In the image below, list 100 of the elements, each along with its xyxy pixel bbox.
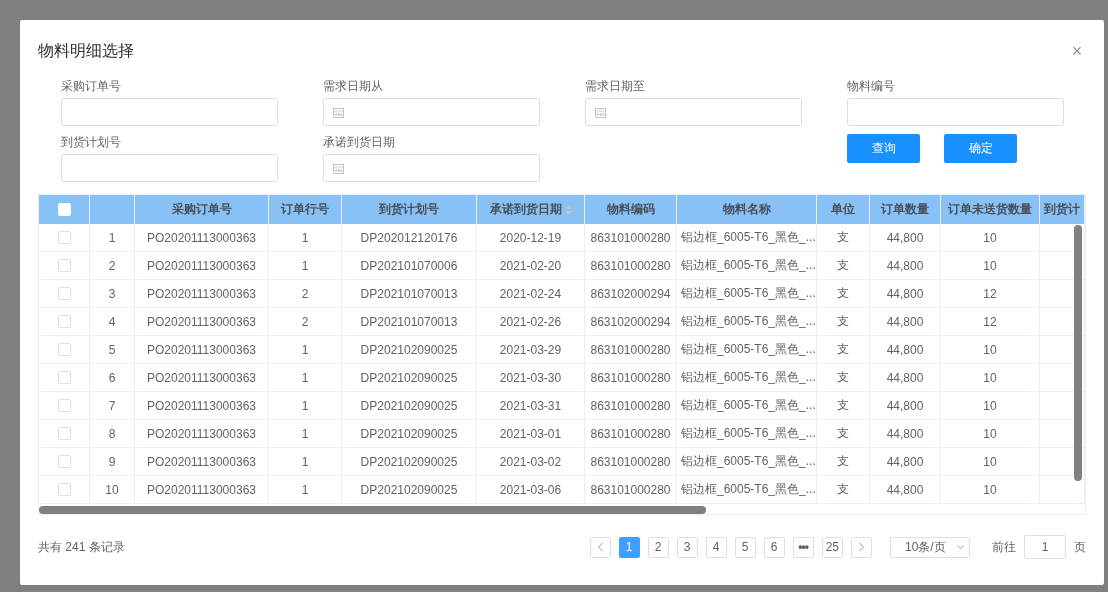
page-button[interactable]: 3 [676,536,698,558]
page-button[interactable]: 4 [705,536,727,558]
table-cell: 铝边框_6005-T6_黑色_... [681,369,816,386]
row-number: 9 [108,454,116,469]
chevron-left-icon [596,542,604,552]
table-cell: 铝边框_6005-T6_黑色_... [681,453,816,470]
row-checkbox[interactable] [57,343,71,356]
page-size-select[interactable]: 10条/页 [890,536,970,558]
row-checkbox[interactable] [57,483,71,496]
table-cell: 10 [983,342,997,357]
table-cell: PO20201113000363 [147,286,256,301]
table-cell: 铝边框_6005-T6_黑色_... [681,481,816,498]
row-checkbox[interactable] [57,315,71,328]
page-button[interactable]: 5 [734,536,756,558]
date-field[interactable] [585,98,802,126]
table-cell: 10 [983,230,997,245]
confirm-button[interactable]: 确定 [944,134,1017,163]
page-button[interactable]: 2 [647,536,669,558]
table-cell: PO20201113000363 [147,314,256,329]
prev-page-button[interactable] [589,536,611,558]
more-pages-button[interactable]: ••• [792,536,814,558]
table-cell: 2021-03-29 [499,342,562,357]
input-field[interactable] [61,154,278,182]
row-checkbox[interactable] [57,231,71,244]
table-cell: 10 [983,398,997,413]
date-field[interactable] [323,154,540,182]
row-number: 7 [108,398,116,413]
table-cell: 863101000280 [590,230,671,245]
next-page-button[interactable] [851,536,872,558]
table-cell: 1 [301,454,309,469]
row-number: 5 [108,342,116,357]
select-all-checkbox[interactable] [57,203,71,216]
table-cell: 44,800 [886,342,924,357]
table-cell: 支 [837,285,849,302]
field-label: 需求日期从 [323,78,384,94]
table-cell: 2021-03-02 [499,454,562,469]
row-checkbox[interactable] [57,371,71,384]
table-cell: 2 [301,286,309,301]
table-cell: DP202102090025 [360,426,458,441]
table-cell: DP202102090025 [360,398,458,413]
table-cell: 1 [301,230,309,245]
table-cell: 铝边框_6005-T6_黑色_... [681,285,816,302]
table-cell: 10 [983,454,997,469]
table-cell: 863101000280 [590,258,671,273]
table-cell: 1 [301,258,309,273]
table-cell: 863101000280 [590,454,671,469]
row-checkbox[interactable] [57,259,71,272]
row-checkbox[interactable] [57,399,71,412]
table-cell: 铝边框_6005-T6_黑色_... [681,397,816,414]
column-header: 单位 [817,195,870,224]
table-cell: 44,800 [886,258,924,273]
table-cell: 863101000280 [590,482,671,497]
table-cell: 铝边框_6005-T6_黑色_... [681,257,816,274]
column-header: 物料编码 [585,195,677,224]
input-field[interactable] [847,98,1064,126]
table-cell: 10 [983,426,997,441]
close-button[interactable]: × [1070,42,1084,60]
table-cell: 铝边框_6005-T6_黑色_... [681,341,816,358]
column-header: 承诺到货日期 [477,195,585,224]
table-cell: PO20201113000363 [147,342,256,357]
row-checkbox[interactable] [57,287,71,300]
page-button[interactable]: 25 [821,536,843,558]
table-cell: 支 [837,397,849,414]
table-cell: 支 [837,229,849,246]
table-cell: 支 [837,453,849,470]
table-cell: 10 [983,370,997,385]
field-label: 物料编号 [847,78,896,94]
page-button[interactable]: 6 [763,536,785,558]
page-suffix: 页 [1074,538,1086,556]
calendar-icon [333,162,344,174]
table-cell: 12 [983,286,997,301]
table-cell: 支 [837,369,849,386]
table-cell: 支 [837,481,849,498]
table-cell: 44,800 [886,370,924,385]
chevron-right-icon [858,542,865,552]
table-cell: 2021-02-24 [499,286,562,301]
table-cell: DP202102090025 [360,482,458,497]
page-input[interactable]: 1 [1024,535,1066,559]
table-cell: PO20201113000363 [147,426,256,441]
table-cell: DP202101070006 [360,258,458,273]
horizontal-scrollbar[interactable] [39,506,706,514]
table-cell: DP202101070013 [360,286,458,301]
sort-icon[interactable] [564,204,572,215]
row-number: 4 [108,314,116,329]
row-checkbox[interactable] [57,427,71,440]
table-cell: 44,800 [886,230,924,245]
column-header: 订单行号 [269,195,342,224]
row-checkbox[interactable] [57,455,71,468]
column-header: 采购订单号 [135,195,269,224]
vertical-scrollbar[interactable] [1074,225,1082,481]
field-label: 到货计划号 [61,134,122,150]
goto-label: 前往 [992,538,1016,556]
date-field[interactable] [323,98,540,126]
table-cell: PO20201113000363 [147,258,256,273]
search-button[interactable]: 查询 [847,134,920,163]
calendar-icon [333,106,344,118]
table-cell: 44,800 [886,454,924,469]
table-cell: 2021-03-06 [499,482,562,497]
total-count: 共有 241 条记录 [38,538,125,556]
input-field[interactable] [61,98,278,126]
